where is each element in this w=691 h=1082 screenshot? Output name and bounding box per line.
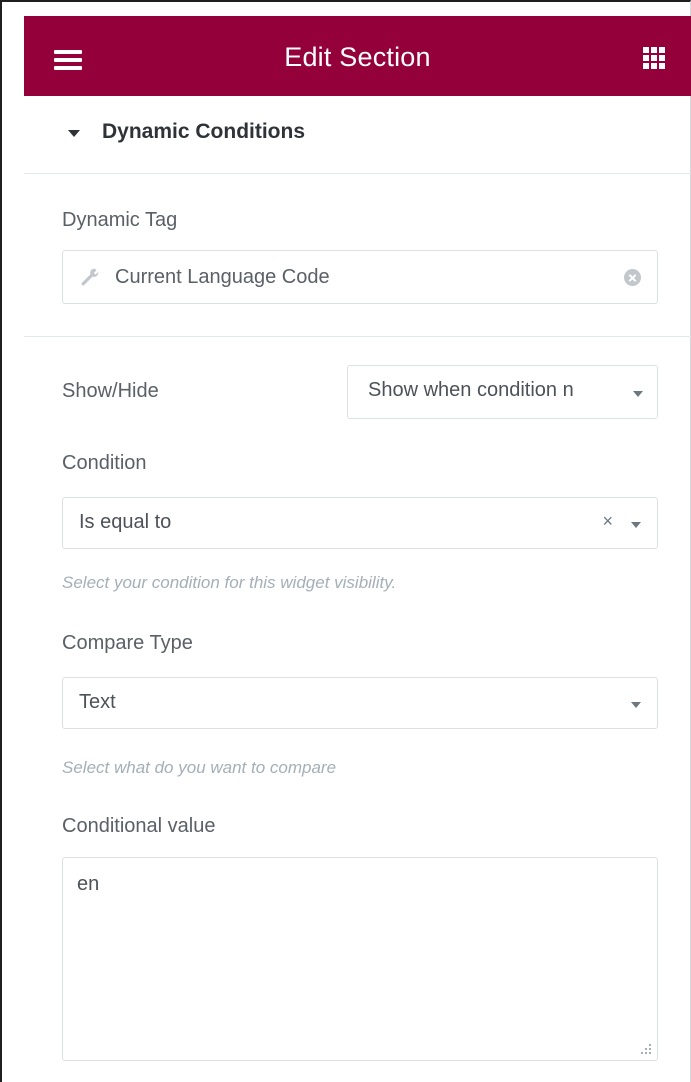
section-toggle-dynamic-conditions[interactable]: Dynamic Conditions: [24, 96, 691, 174]
condition-select[interactable]: Is equal to ×: [62, 497, 658, 549]
conditional-value-label: Conditional value: [62, 815, 216, 837]
remove-tag-icon[interactable]: [624, 269, 641, 286]
dynamic-tag-field[interactable]: Current Language Code: [62, 250, 658, 304]
clear-selection-icon[interactable]: ×: [602, 511, 613, 532]
resize-handle-icon[interactable]: [641, 1044, 653, 1056]
wrench-icon: [81, 268, 99, 286]
show-hide-label: Show/Hide: [62, 380, 159, 402]
compare-type-label: Compare Type: [62, 632, 193, 654]
condition-value: Is equal to: [79, 511, 172, 533]
compare-type-select[interactable]: Text: [62, 677, 658, 729]
show-hide-select[interactable]: Show when condition n: [347, 365, 658, 419]
compare-type-value: Text: [79, 691, 116, 713]
dynamic-tag-value: Current Language Code: [115, 266, 330, 288]
caret-down-icon: [68, 130, 80, 137]
panel-header: Edit Section: [24, 16, 691, 96]
conditional-value-textarea[interactable]: en: [62, 857, 658, 1061]
condition-description: Select your condition for this widget vi…: [62, 573, 397, 592]
page-title: Edit Section: [284, 42, 431, 72]
condition-label: Condition: [62, 452, 147, 474]
section-title: Dynamic Conditions: [102, 120, 306, 143]
show-hide-value: Show when condition n: [368, 379, 574, 401]
grid-apps-icon[interactable]: [643, 47, 665, 69]
compare-type-description: Select what do you want to compare: [62, 758, 337, 777]
dropdown-arrow-icon: [631, 522, 641, 528]
dropdown-arrow-icon: [631, 702, 641, 708]
conditional-value-text: en: [77, 873, 100, 895]
dynamic-tag-label: Dynamic Tag: [62, 209, 178, 231]
dropdown-arrow-icon: [633, 391, 643, 397]
divider: [24, 336, 691, 337]
